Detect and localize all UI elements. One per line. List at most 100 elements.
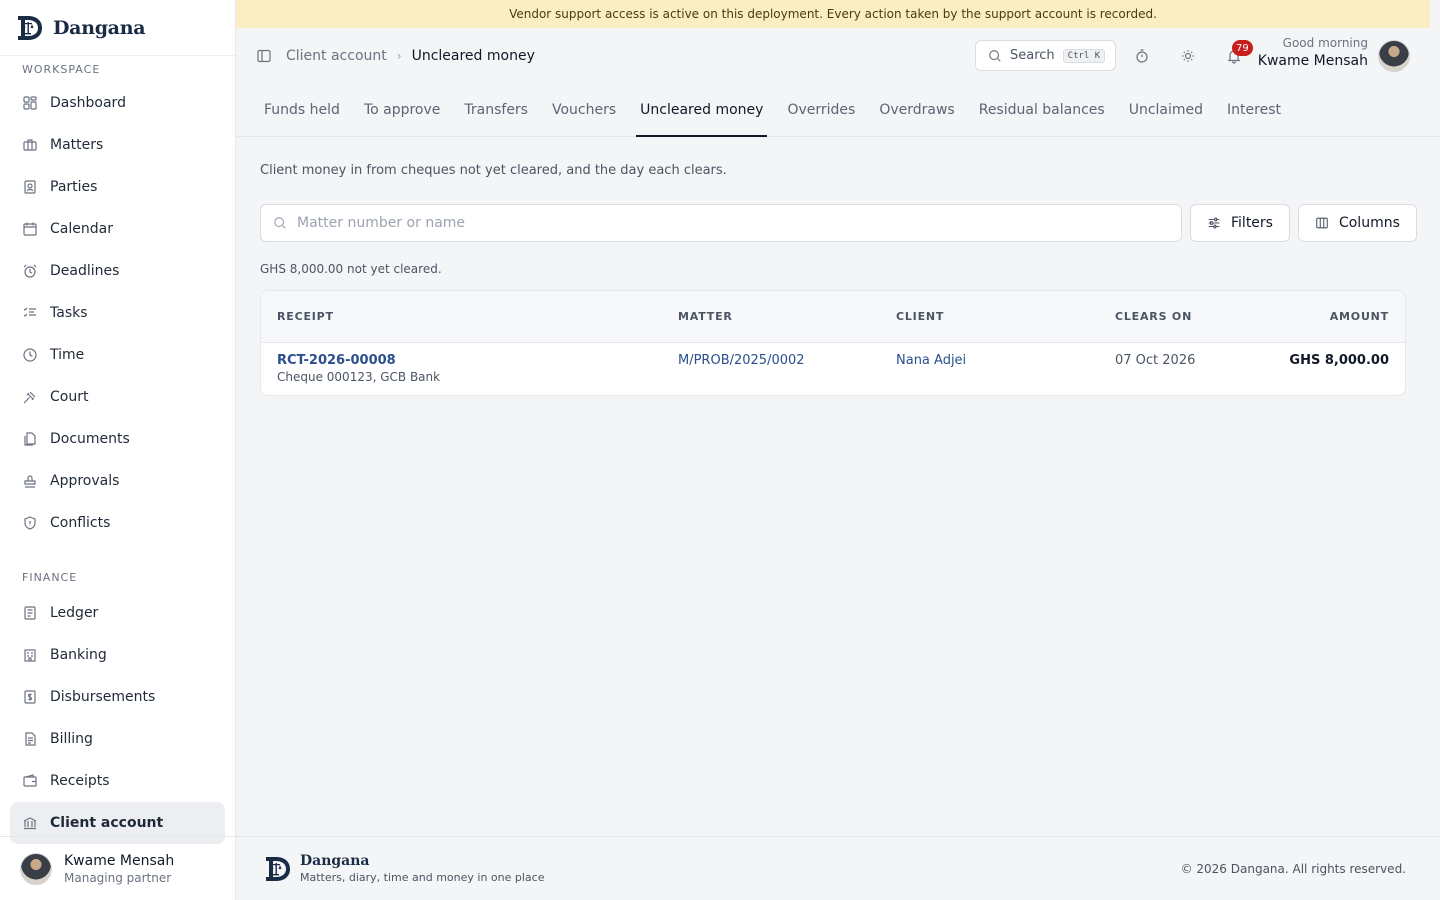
dangana-logo-icon [266, 856, 290, 881]
sidebar-item-dashboard[interactable]: Dashboard [0, 82, 225, 124]
avatar[interactable] [1378, 40, 1410, 72]
briefcase-icon [22, 137, 38, 153]
sidebar-item-billing[interactable]: Billing [0, 718, 225, 760]
notification-count-badge: 79 [1232, 40, 1253, 56]
tab-vouchers[interactable]: Vouchers [552, 84, 616, 137]
receipt-dollar-icon [22, 689, 38, 705]
search-label: Search [1010, 48, 1055, 63]
header-user-name: Kwame Mensah [1257, 53, 1368, 69]
receipt-detail: Cheque 000123, GCB Bank [277, 370, 441, 384]
sidebar-item-court[interactable]: Court [0, 376, 225, 418]
matter-search-input[interactable] [297, 215, 1157, 231]
breadcrumb-client-account[interactable]: Client account [286, 48, 387, 64]
theme-toggle-sun-icon[interactable] [1180, 48, 1196, 64]
sidebar-item-label: Receipts [50, 773, 110, 789]
matter-search-field[interactable] [260, 204, 1182, 242]
tab-interest[interactable]: Interest [1227, 84, 1281, 137]
clears-on-date: 07 Oct 2026 [1115, 353, 1196, 368]
tab-uncleared-money[interactable]: Uncleared money [636, 84, 768, 137]
stamp-icon [22, 473, 38, 489]
sidebar-item-label: Time [50, 347, 85, 363]
greeting-text: Good morning [1282, 36, 1368, 50]
sidebar-user-role: Managing partner [64, 870, 172, 885]
sidebar-item-label: Dashboard [50, 95, 126, 111]
workspace-section-label: WORKSPACE [22, 62, 101, 76]
sidebar-item-banking[interactable]: Banking [0, 634, 225, 676]
sidebar-item-documents[interactable]: Documents [0, 418, 225, 460]
sidebar-user-name: Kwame Mensah [64, 852, 175, 869]
dashboard-icon [22, 95, 38, 111]
user-greeting[interactable]: Good morning Kwame Mensah [1258, 36, 1368, 69]
sidebar-item-parties[interactable]: Parties [0, 166, 225, 208]
tab-overrides[interactable]: Overrides [787, 84, 855, 137]
table-toolbar: Filters Columns [260, 204, 1417, 242]
sidebar-item-disbursements[interactable]: Disbursements [0, 676, 225, 718]
table-header: RECEIPT MATTER CLIENT CLEARS ON AMOUNT [261, 291, 1405, 343]
dangana-logo-icon [18, 15, 42, 40]
footer-tagline: Matters, diary, time and money in one pl… [300, 871, 545, 884]
alarm-clock-icon [22, 263, 38, 279]
search-icon [273, 216, 287, 230]
task-list-icon [22, 305, 38, 321]
uncleared-money-table: RECEIPT MATTER CLIENT CLEARS ON AMOUNT R… [260, 290, 1406, 396]
bank-building-icon [22, 647, 38, 663]
tab-overdraws[interactable]: Overdraws [879, 84, 954, 137]
client-link[interactable]: Nana Adjei [896, 353, 966, 368]
columns-icon [1315, 216, 1329, 230]
column-header-client[interactable]: CLIENT [896, 310, 1115, 323]
search-icon [988, 49, 1002, 63]
timer-icon[interactable] [1134, 48, 1150, 64]
column-header-receipt[interactable]: RECEIPT [261, 310, 678, 323]
sidebar-item-label: Approvals [50, 473, 120, 489]
sidebar-item-receipts[interactable]: Receipts [0, 760, 225, 802]
sidebar-item-calendar[interactable]: Calendar [0, 208, 225, 250]
top-header: Client account › Uncleared money Search … [236, 28, 1440, 84]
calendar-icon [22, 221, 38, 237]
sidebar-toggle-icon[interactable] [256, 48, 272, 64]
brand-name: Dangana [53, 16, 146, 39]
sidebar-item-label: Court [50, 389, 89, 405]
footer-copyright: © 2026 Dangana. All rights reserved. [1180, 861, 1406, 876]
tab-to-approve[interactable]: To approve [364, 84, 440, 137]
invoice-icon [22, 731, 38, 747]
main-content: Client money in from cheques not yet cle… [260, 137, 1417, 396]
sidebar: Dangana WORKSPACE Dashboard Matters Part… [0, 0, 236, 900]
column-header-matter[interactable]: MATTER [678, 310, 896, 323]
contact-card-icon [22, 179, 38, 195]
sidebar-item-label: Calendar [50, 221, 113, 237]
sidebar-item-approvals[interactable]: Approvals [0, 460, 225, 502]
tab-transfers[interactable]: Transfers [464, 84, 528, 137]
institution-icon [22, 815, 38, 831]
sidebar-item-label: Deadlines [50, 263, 120, 279]
sidebar-item-conflicts[interactable]: Conflicts [0, 502, 225, 544]
column-header-amount[interactable]: AMOUNT [1265, 310, 1405, 323]
sidebar-item-deadlines[interactable]: Deadlines [0, 250, 225, 292]
sidebar-item-label: Conflicts [50, 515, 111, 531]
tab-unclaimed[interactable]: Unclaimed [1129, 84, 1203, 137]
sidebar-item-time[interactable]: Time [0, 334, 225, 376]
columns-button[interactable]: Columns [1297, 204, 1417, 242]
avatar [20, 852, 52, 885]
tab-funds-held[interactable]: Funds held [264, 84, 340, 137]
sidebar-item-label: Ledger [50, 605, 99, 621]
clock-icon [22, 347, 38, 363]
brand[interactable]: Dangana [0, 0, 235, 56]
receipt-link[interactable]: RCT-2026-00008 [277, 353, 678, 368]
sidebar-item-label: Tasks [50, 305, 88, 321]
sidebar-item-ledger[interactable]: Ledger [0, 592, 225, 634]
shield-icon [22, 515, 38, 531]
uncleared-summary: GHS 8,000.00 not yet cleared. [260, 262, 442, 276]
wallet-icon [22, 773, 38, 789]
matter-link[interactable]: M/PROB/2025/0002 [678, 353, 805, 368]
sidebar-item-matters[interactable]: Matters [0, 124, 225, 166]
sidebar-item-label: Parties [50, 179, 98, 195]
client-account-tabs: Funds held To approve Transfers Vouchers… [236, 84, 1440, 137]
column-header-clears-on[interactable]: CLEARS ON [1115, 310, 1265, 323]
sidebar-item-tasks[interactable]: Tasks [0, 292, 225, 334]
documents-icon [22, 431, 38, 447]
sidebar-user-profile[interactable]: Kwame Mensah Managing partner [0, 836, 236, 900]
filters-button[interactable]: Filters [1190, 204, 1290, 242]
tab-residual-balances[interactable]: Residual balances [979, 84, 1105, 137]
global-search-button[interactable]: Search Ctrl K [975, 40, 1116, 71]
chevron-right-icon: › [396, 49, 402, 63]
